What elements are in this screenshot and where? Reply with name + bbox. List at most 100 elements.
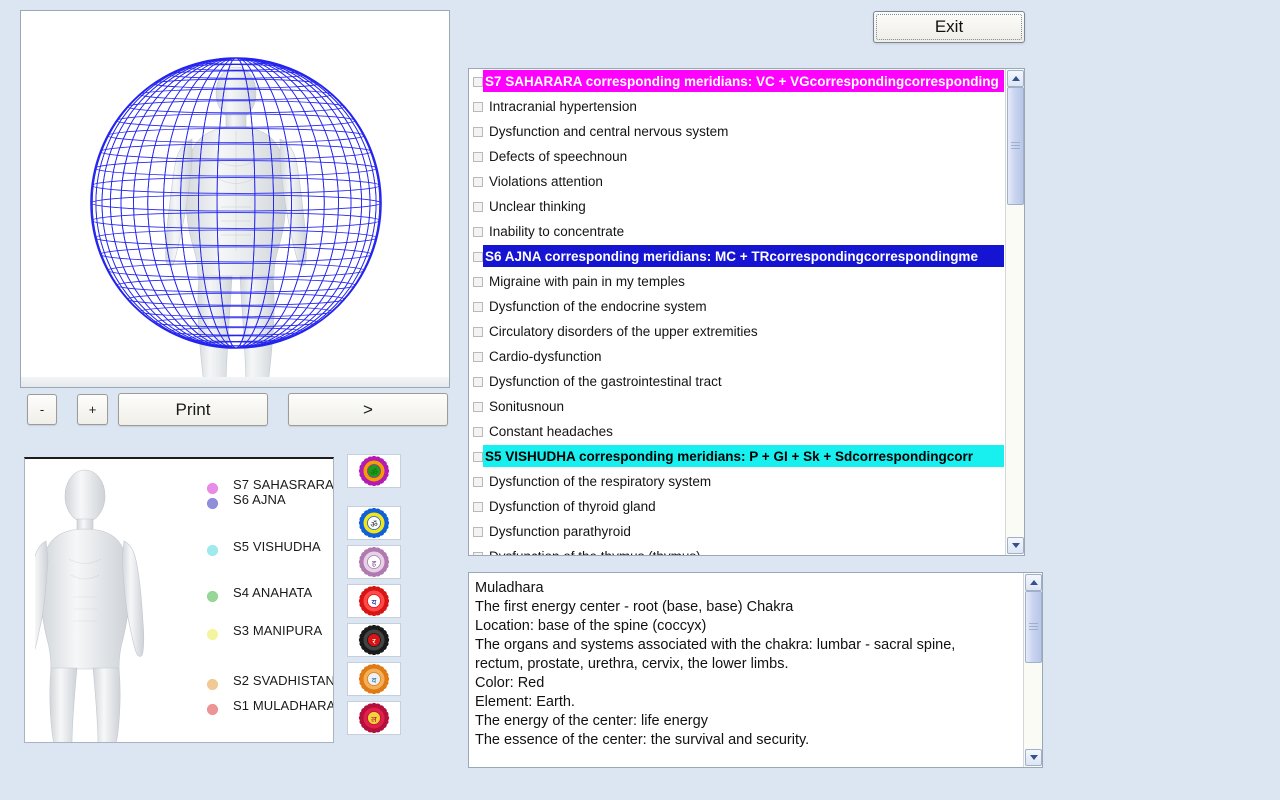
symptom-list-item[interactable]: Unclear thinking: [469, 194, 1004, 219]
symptom-checkbox[interactable]: [473, 377, 483, 387]
symptom-group-header[interactable]: S5 VISHUDHA corresponding meridians: P +…: [469, 444, 1004, 469]
chakra-map-panel[interactable]: S7 SAHASRARAS6 AJNA S5 VISHUDHA S4 ANAHATA…: [24, 457, 334, 743]
muladhara-icon[interactable]: ल: [347, 701, 401, 735]
zoom-in-label: +: [89, 402, 97, 417]
symptom-list-item[interactable]: Intracranial hypertension: [469, 94, 1004, 119]
symptom-list-item[interactable]: Dysfunction of the endocrine system: [469, 294, 1004, 319]
chakra-label-s5: S5 VISHUDHA: [233, 539, 321, 554]
symptom-checkbox[interactable]: [473, 177, 483, 187]
exit-button[interactable]: Exit: [873, 11, 1025, 43]
symptom-checkbox[interactable]: [473, 227, 483, 237]
chakra-icon-strip: ॐॐहयरवल: [347, 454, 403, 744]
next-button[interactable]: >: [288, 393, 448, 426]
symptom-checkbox[interactable]: [473, 352, 483, 362]
group-header-bar: S5 VISHUDHA corresponding meridians: P +…: [483, 445, 1004, 467]
viewport-floor: [21, 377, 449, 387]
scroll-up-arrow-icon[interactable]: [1025, 574, 1042, 591]
symptom-list-item[interactable]: Migraine with pain in my temples: [469, 269, 1004, 294]
zoom-in-button[interactable]: +: [77, 394, 108, 425]
chakra-description-text: Muladhara The first energy center - root…: [475, 579, 1018, 763]
symptom-list-item[interactable]: Dysfunction of the gastrointestinal trac…: [469, 369, 1004, 394]
symptom-list-item[interactable]: Dysfunction of the respiratory system: [469, 469, 1004, 494]
symptom-checkbox[interactable]: [473, 202, 483, 212]
symptom-list-item[interactable]: Inability to concentrate: [469, 219, 1004, 244]
symptom-list-item[interactable]: Dysfunction parathyroid: [469, 519, 1004, 544]
symptom-checkbox[interactable]: [473, 302, 483, 312]
symptom-label: Dysfunction of thyroid gland: [489, 494, 656, 519]
svg-text:ॐ: ॐ: [370, 468, 377, 477]
symptom-list-item[interactable]: Circulatory disorders of the upper extre…: [469, 319, 1004, 344]
symptom-listbox[interactable]: S7 SAHARARA corresponding meridians: VC …: [468, 68, 1025, 556]
symptom-checkbox[interactable]: [473, 327, 483, 337]
symptom-list-rows: S7 SAHARARA corresponding meridians: VC …: [469, 69, 1004, 555]
symptom-checkbox[interactable]: [473, 477, 483, 487]
symptom-checkbox[interactable]: [473, 427, 483, 437]
scroll-down-arrow-icon[interactable]: [1025, 749, 1042, 766]
symptom-checkbox[interactable]: [473, 152, 483, 162]
symptom-label: Unclear thinking: [489, 194, 586, 219]
symptom-list-item[interactable]: Constant headaches: [469, 419, 1004, 444]
group-header-label: S6 AJNA corresponding meridians: MC + TR…: [483, 244, 978, 269]
symptom-label: Sonitusnoun: [489, 394, 564, 419]
scroll-thumb[interactable]: [1007, 87, 1024, 205]
symptom-checkbox[interactable]: [473, 452, 483, 462]
scroll-down-arrow-icon[interactable]: [1007, 537, 1024, 554]
chakra-dot-s6[interactable]: [207, 498, 218, 509]
chakra-label-s4: S4 ANAHATA: [233, 585, 312, 600]
symptom-checkbox[interactable]: [473, 277, 483, 287]
print-label: Print: [176, 400, 211, 420]
symptom-checkbox[interactable]: [473, 127, 483, 137]
symptom-list-item[interactable]: Dysfunction and central nervous system: [469, 119, 1004, 144]
chakra-body-figure: [35, 463, 185, 743]
symptom-checkbox[interactable]: [473, 252, 483, 262]
svadhistana-icon[interactable]: व: [347, 662, 401, 696]
chakra-dot-s2[interactable]: [207, 679, 218, 690]
vishudha-icon[interactable]: ह: [347, 545, 401, 579]
symptom-list-item[interactable]: Dysfunction of the thymus (thymus): [469, 544, 1004, 555]
chakra-description-box[interactable]: Muladhara The first energy center - root…: [468, 572, 1043, 768]
symptom-checkbox[interactable]: [473, 552, 483, 556]
symptom-group-header[interactable]: S6 AJNA corresponding meridians: MC + TR…: [469, 244, 1004, 269]
scroll-up-arrow-icon[interactable]: [1007, 70, 1024, 87]
symptom-checkbox[interactable]: [473, 77, 483, 87]
symptom-group-header[interactable]: S7 SAHARARA corresponding meridians: VC …: [469, 69, 1004, 94]
symptom-label: Dysfunction of the respiratory system: [489, 469, 711, 494]
symptom-list-item[interactable]: Sonitusnoun: [469, 394, 1004, 419]
chakra-dot-s4[interactable]: [207, 591, 218, 602]
group-header-bar: S6 AJNA corresponding meridians: MC + TR…: [483, 245, 1004, 267]
chakra-label-s6: S6 AJNA: [233, 492, 286, 507]
sahasrara-icon[interactable]: ॐ: [347, 454, 401, 488]
description-scrollbar[interactable]: [1023, 573, 1042, 767]
body-aura-viewport[interactable]: [20, 10, 450, 388]
symptom-checkbox[interactable]: [473, 402, 483, 412]
ajna-icon[interactable]: ॐ: [347, 506, 401, 540]
symptom-list-scrollbar[interactable]: [1005, 69, 1024, 555]
symptom-list-item[interactable]: Defects of speechnoun: [469, 144, 1004, 169]
symptom-label: Violations attention: [489, 169, 603, 194]
symptom-list-item[interactable]: Dysfunction of thyroid gland: [469, 494, 1004, 519]
chakra-dot-s5[interactable]: [207, 545, 218, 556]
symptom-label: Inability to concentrate: [489, 219, 624, 244]
app-window: - + Print > Exit: [0, 0, 1280, 800]
symptom-checkbox[interactable]: [473, 527, 483, 537]
chakra-dot-s7[interactable]: [207, 483, 218, 494]
svg-text:ल: ल: [371, 715, 377, 724]
scroll-grip-icon: [1029, 623, 1038, 631]
zoom-out-button[interactable]: -: [27, 394, 57, 425]
chakra-label-s7: S7 SAHASRARA: [233, 477, 334, 492]
scroll-grip-icon: [1011, 142, 1020, 150]
symptom-checkbox[interactable]: [473, 102, 483, 112]
symptom-list-item[interactable]: Violations attention: [469, 169, 1004, 194]
symptom-label: Constant headaches: [489, 419, 613, 444]
scroll-thumb[interactable]: [1025, 591, 1042, 663]
print-button[interactable]: Print: [118, 393, 268, 426]
chakra-dot-s3[interactable]: [207, 629, 218, 640]
symptom-label: Intracranial hypertension: [489, 94, 637, 119]
chakra-label-s2: S2 SVADHISTANA: [233, 673, 334, 688]
anahata-icon[interactable]: य: [347, 584, 401, 618]
chakra-dot-s1[interactable]: [207, 704, 218, 715]
manipura-icon[interactable]: र: [347, 623, 401, 657]
group-header-label: S5 VISHUDHA corresponding meridians: P +…: [483, 444, 973, 469]
symptom-list-item[interactable]: Cardio-dysfunction: [469, 344, 1004, 369]
symptom-checkbox[interactable]: [473, 502, 483, 512]
